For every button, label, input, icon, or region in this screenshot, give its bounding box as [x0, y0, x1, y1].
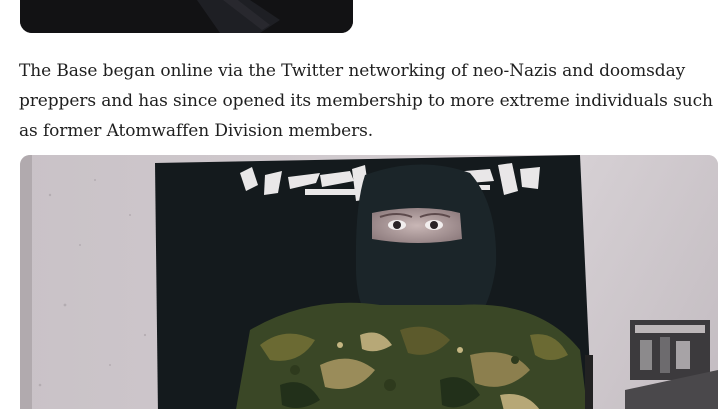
- article-image-top: [20, 0, 353, 33]
- article-paragraph: The Base began online via the Twitter ne…: [19, 61, 713, 141]
- dark-photo: [20, 0, 353, 33]
- article-image-main: [20, 155, 718, 409]
- masked-person-in-camouflage-photo: [20, 155, 718, 409]
